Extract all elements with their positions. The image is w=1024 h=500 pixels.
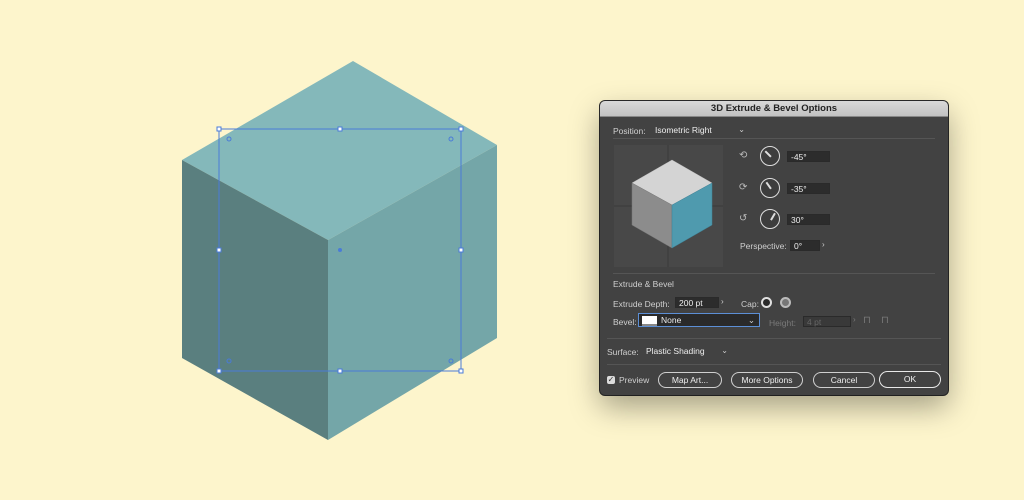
perspective-label: Perspective:: [740, 241, 787, 251]
rotate-z-axis-icon: ↺: [739, 213, 748, 224]
dial-needle: [764, 150, 772, 158]
bevel-value: None: [661, 315, 682, 325]
selection-handle-top[interactable]: [337, 126, 343, 132]
bevel-extent-out-icon[interactable]: ⊓: [881, 315, 889, 326]
dial-needle: [770, 212, 776, 221]
center-point: [338, 248, 342, 252]
divider: [607, 338, 941, 339]
extrude-depth-input[interactable]: 200 pt: [675, 297, 719, 308]
selection-handle-right[interactable]: [458, 247, 464, 253]
bevel-swatch-icon: [642, 316, 657, 326]
rotate-x-input[interactable]: -45°: [787, 151, 830, 162]
position-dropdown[interactable]: Isometric Right ⌄: [652, 124, 747, 136]
rotation-track-cube[interactable]: [614, 145, 723, 267]
rotate-z-input[interactable]: 30°: [787, 214, 830, 225]
ok-button[interactable]: OK: [879, 371, 941, 388]
dialog-title: 3D Extrude & Bevel Options: [600, 101, 948, 117]
rotate-x-dial[interactable]: [760, 146, 780, 166]
chevron-down-icon: ⌄: [721, 346, 728, 355]
extrude-section-label: Extrude & Bevel: [613, 279, 674, 289]
divider: [613, 273, 935, 274]
rotate-y-input[interactable]: -35°: [787, 183, 830, 194]
bevel-dropdown[interactable]: None ⌄: [638, 313, 760, 327]
selection-handle-top-right[interactable]: [458, 126, 464, 132]
extrude-depth-slider-arrow-icon[interactable]: ›: [721, 297, 724, 306]
height-input[interactable]: 4 pt: [803, 316, 851, 327]
selection-handle-top-left[interactable]: [216, 126, 222, 132]
rotate-x-axis-icon: ⟲: [739, 150, 748, 161]
selection-handle-left[interactable]: [216, 247, 222, 253]
perspective-input[interactable]: 0°: [790, 240, 820, 251]
chevron-down-icon: ⌄: [738, 125, 745, 134]
rotate-z-dial[interactable]: [760, 209, 780, 229]
cap-on-icon[interactable]: [761, 297, 772, 308]
surface-dropdown[interactable]: Plastic Shading ⌄: [643, 345, 730, 357]
map-art-button[interactable]: Map Art...: [658, 372, 722, 388]
cancel-button[interactable]: Cancel: [813, 372, 875, 388]
bevel-label: Bevel:: [613, 317, 637, 327]
rotate-y-dial[interactable]: [760, 178, 780, 198]
position-value: Isometric Right: [655, 125, 712, 135]
divider: [613, 138, 935, 139]
bevel-extent-in-icon[interactable]: ⊓: [863, 315, 871, 326]
cap-off-icon[interactable]: [780, 297, 791, 308]
position-label: Position:: [613, 126, 646, 136]
preview-label: Preview: [619, 375, 650, 385]
selection-handle-bottom-left[interactable]: [216, 368, 222, 374]
surface-label: Surface:: [607, 347, 639, 357]
height-slider-arrow-icon[interactable]: ›: [853, 315, 856, 324]
rotate-y-axis-icon: ⟳: [739, 182, 748, 193]
preview-cube-svg: [614, 145, 723, 267]
preview-checkbox[interactable]: ✓: [607, 376, 615, 384]
surface-value: Plastic Shading: [646, 346, 705, 356]
extrude-bevel-dialog: 3D Extrude & Bevel Options Position: Iso…: [600, 101, 948, 395]
extrude-depth-label: Extrude Depth:: [613, 299, 670, 309]
selection-handle-bottom[interactable]: [337, 368, 343, 374]
dial-needle: [765, 182, 772, 190]
perspective-slider-arrow-icon[interactable]: ›: [822, 240, 825, 249]
divider: [607, 364, 941, 365]
selection-handle-bottom-right[interactable]: [458, 368, 464, 374]
chevron-down-icon: ⌄: [747, 315, 755, 325]
more-options-button[interactable]: More Options: [731, 372, 803, 388]
cap-label: Cap:: [741, 299, 759, 309]
height-label: Height:: [769, 318, 796, 328]
